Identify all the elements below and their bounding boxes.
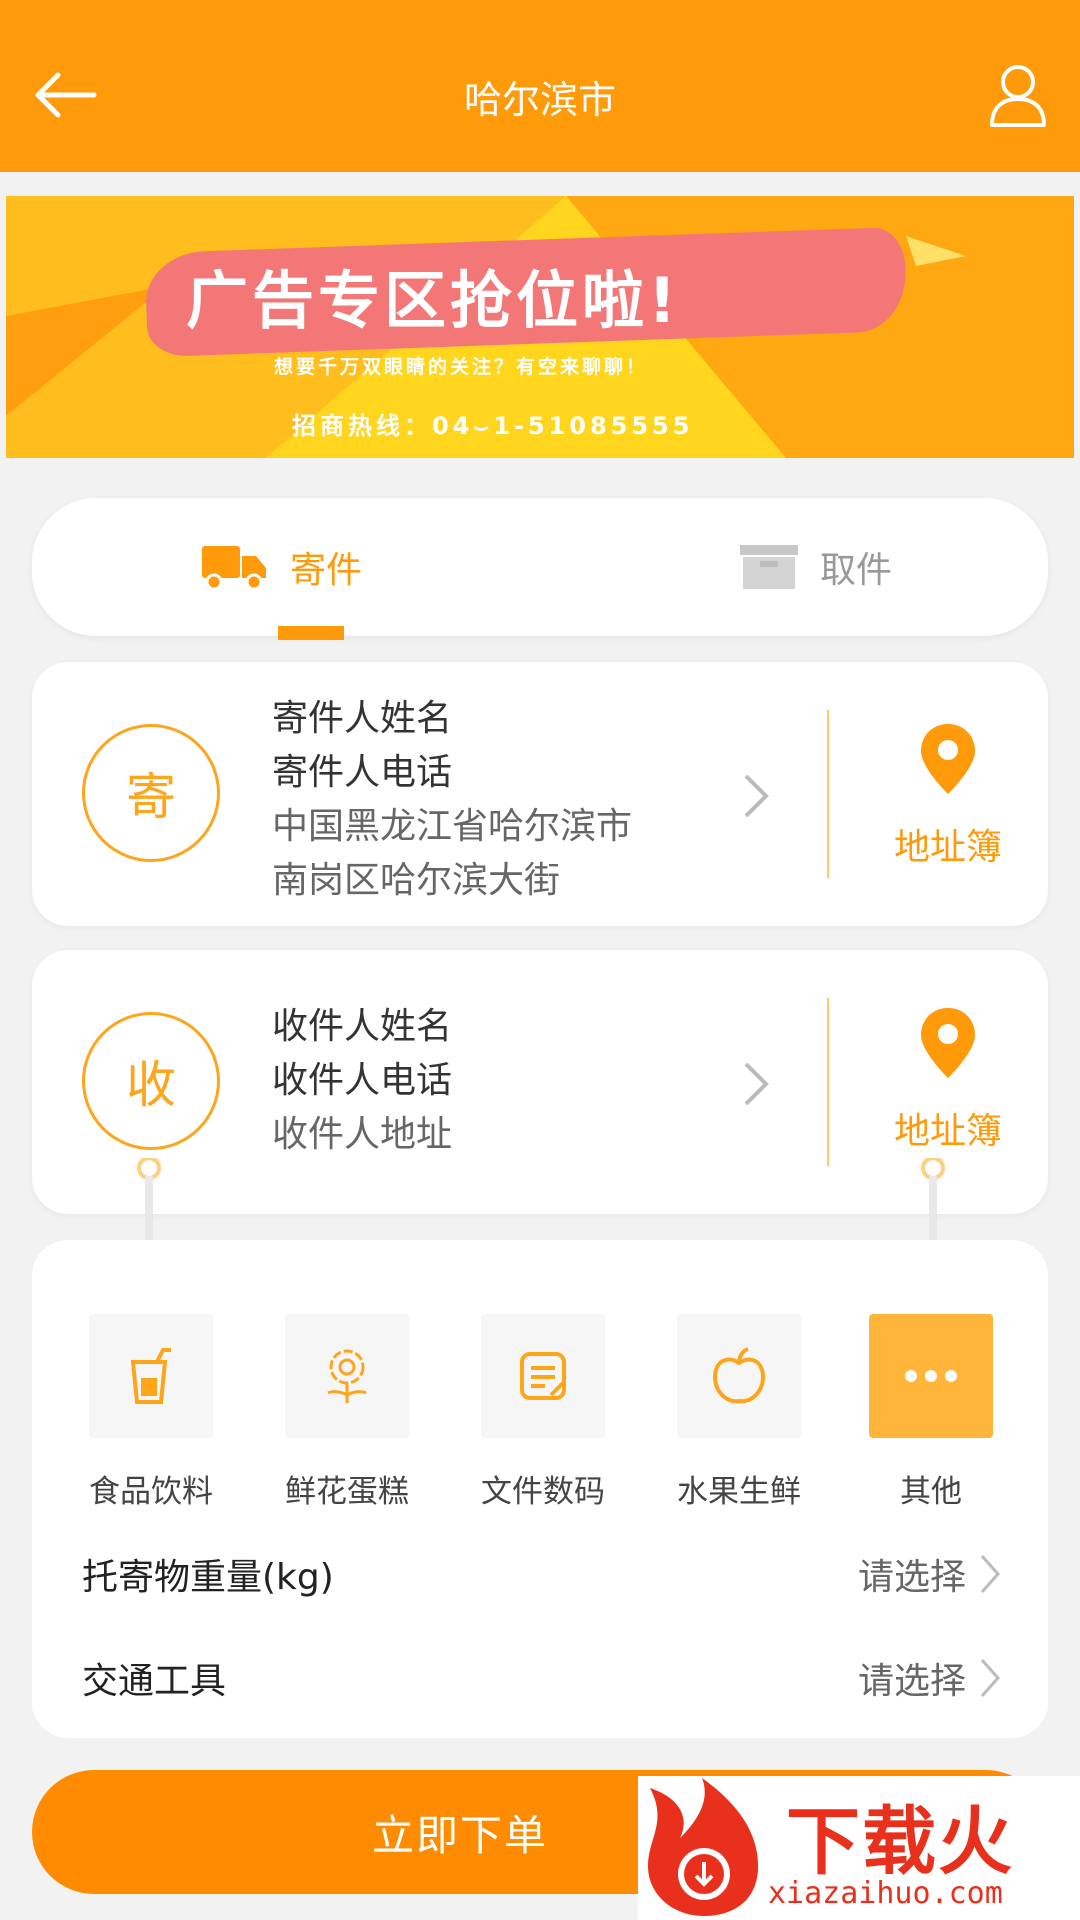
back-arrow-icon[interactable] (30, 70, 100, 120)
banner-subline: 想要千万双眼睛的关注？有空来聊聊！ (274, 356, 649, 378)
sender-address-line1: 中国黑龙江省哈尔滨市 (272, 806, 633, 847)
category-other[interactable]: 其他 (866, 1314, 996, 1511)
tab-pick[interactable]: 取件 (740, 498, 892, 636)
category-flower-cake[interactable]: 鲜花蛋糕 (282, 1314, 412, 1511)
category-label: 鲜花蛋糕 (285, 1474, 409, 1510)
category-label: 其他 (900, 1474, 962, 1510)
sender-address-book-button[interactable]: 地址簿 (878, 722, 1018, 870)
chevron-right-icon (744, 1062, 769, 1106)
category-food-drink[interactable]: 食品饮料 (86, 1314, 216, 1511)
receiver-badge: 收 (82, 1012, 220, 1150)
sender-info: 寄件人姓名 寄件人电话 中国黑龙江省哈尔滨市 南岗区哈尔滨大街 (272, 692, 632, 908)
banner-headline: 广告专区抢位啦! (186, 264, 681, 337)
receiver-name: 收件人姓名 (272, 1006, 453, 1047)
watermark-brand: 下载火 (786, 1799, 1014, 1885)
vehicle-label: 交通工具 (82, 1661, 227, 1702)
more-icon (905, 1370, 957, 1382)
truck-icon (202, 546, 266, 590)
vehicle-value-wrap: 请选择 (858, 1652, 1002, 1704)
goods-card: 食品饮料 鲜花蛋糕 文件数码 水果生鲜 其他 托寄物重量(kg) 请选择 交通工… (32, 1240, 1048, 1738)
flower-icon (327, 1349, 367, 1403)
vehicle-select-row[interactable]: 交通工具 请选择 (82, 1648, 1002, 1708)
watermark: 下载火 xiazaihuo.com (638, 1776, 1080, 1920)
ad-banner[interactable]: 广告专区抢位啦! 想要千万双眼睛的关注？有空来聊聊！ 招商热线：04⌣1-510… (6, 196, 1074, 458)
receiver-card[interactable]: 收 收件人姓名 收件人电话 收件人地址 地址簿 (32, 950, 1048, 1214)
receiver-address-book-label: 地址簿 (893, 1111, 1002, 1152)
document-icon (520, 1352, 566, 1400)
banner-hotline: 招商热线：04⌣1-51085555 (292, 412, 694, 440)
category-icon-box (285, 1314, 409, 1438)
sender-name: 寄件人姓名 (272, 698, 453, 739)
sender-address-book-label: 地址簿 (893, 827, 1002, 868)
tab-send[interactable]: 寄件 (202, 498, 362, 636)
flame-logo-icon (648, 1778, 759, 1916)
sender-card[interactable]: 寄 寄件人姓名 寄件人电话 中国黑龙江省哈尔滨市 南岗区哈尔滨大街 地址簿 (32, 662, 1048, 926)
sender-address-line2: 南岗区哈尔滨大街 (272, 860, 561, 901)
category-fruit-fresh[interactable]: 水果生鲜 (674, 1314, 804, 1511)
receiver-phone: 收件人电话 (272, 1060, 453, 1101)
weight-select-row[interactable]: 托寄物重量(kg) 请选择 (82, 1544, 1002, 1604)
page-title: 哈尔滨市 (463, 77, 616, 122)
category-icon-box (869, 1314, 993, 1438)
category-icon-box (677, 1314, 801, 1438)
receiver-info: 收件人姓名 收件人电话 收件人地址 (272, 1000, 452, 1162)
active-tab-indicator (278, 626, 344, 640)
watermark-url: xiazaihuo.com (768, 1876, 1003, 1911)
weight-value: 请选择 (857, 1557, 966, 1598)
category-label: 文件数码 (481, 1474, 605, 1510)
chevron-right-icon (744, 774, 769, 818)
weight-label: 托寄物重量(kg) (82, 1557, 334, 1598)
receiver-address: 收件人地址 (272, 1114, 453, 1155)
category-icon-box (481, 1314, 605, 1438)
user-icon[interactable] (988, 62, 1048, 128)
chevron-right-icon (980, 1555, 1001, 1593)
box-icon (740, 545, 798, 589)
location-pin-icon (921, 1008, 975, 1078)
category-icon-box (89, 1314, 213, 1438)
location-pin-icon (921, 724, 975, 794)
receiver-address-book-button[interactable]: 地址簿 (878, 1006, 1018, 1154)
vehicle-value: 请选择 (857, 1661, 966, 1702)
send-pick-tabs: 寄件 取件 (32, 498, 1048, 636)
top-bar: 哈尔滨市 (0, 0, 1080, 172)
apple-icon (712, 1347, 766, 1404)
category-label: 食品饮料 (89, 1474, 213, 1510)
category-label: 水果生鲜 (677, 1474, 801, 1510)
tab-pick-label: 取件 (820, 550, 893, 591)
weight-value-wrap: 请选择 (858, 1548, 1002, 1600)
place-order-label: 立即下单 (371, 1810, 548, 1860)
tab-send-label: 寄件 (290, 550, 363, 591)
category-document-digital[interactable]: 文件数码 (478, 1314, 608, 1511)
chevron-right-icon (980, 1659, 1001, 1697)
sender-phone: 寄件人电话 (272, 752, 453, 793)
divider (827, 710, 829, 878)
divider (827, 998, 829, 1166)
sender-badge: 寄 (82, 724, 220, 862)
drink-icon (130, 1348, 171, 1404)
